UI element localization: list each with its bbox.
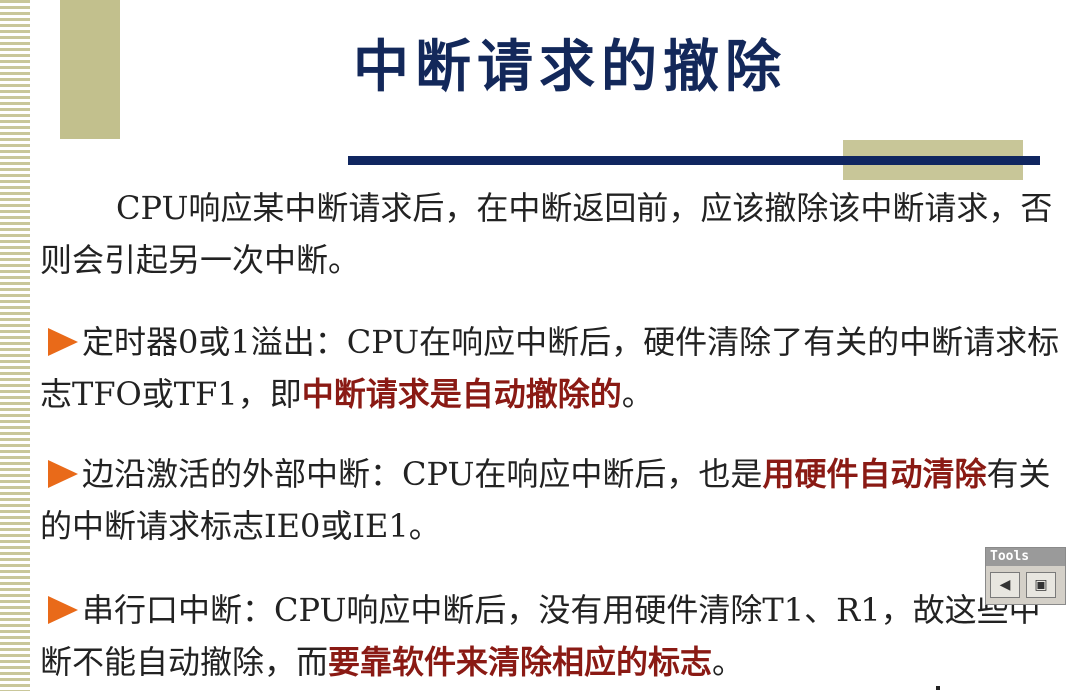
document-icon[interactable]: ▣	[1026, 572, 1056, 598]
left-stripe-decoration	[0, 0, 30, 691]
mouse-cursor	[936, 686, 940, 690]
intro-paragraph: CPU响应某中断请求后，在中断返回前，应该撤除该中断请求，否则会引起另一次中断。	[40, 182, 1060, 286]
bullet-paragraph-external: 边沿激活的外部中断：CPU在响应中断后，也是用硬件自动清除有关的中断请求标志IE…	[40, 448, 1060, 552]
slide-title: 中断请求的撤除	[353, 35, 787, 100]
highlighted-text: 中断请求是自动撤除的	[301, 375, 622, 413]
tools-panel: Tools ◀ ▣	[985, 547, 1066, 605]
paragraph-text: 边沿激活的外部中断：CPU在响应中断后，也是	[82, 455, 763, 493]
paragraph-text: CPU响应某中断请求后，在中断返回前，应该撤除该中断请求，否则会引起另一次中断。	[40, 189, 1053, 279]
arrow-left-icon[interactable]: ◀	[990, 572, 1020, 598]
paragraph-text: 。	[621, 375, 654, 413]
title-underline-bar	[348, 156, 1040, 165]
tools-panel-title: Tools	[986, 548, 1065, 566]
bullet-paragraph-timer: 定时器0或1溢出：CPU在响应中断后，硬件清除了有关的中断请求标志TFO或TF1…	[40, 316, 1060, 420]
paragraph-text: 。	[712, 643, 745, 681]
bullet-paragraph-serial: 串行口中断：CPU响应中断后，没有用硬件清除T1、R1，故这些中断不能自动撤除，…	[40, 584, 1060, 688]
highlighted-text: 用硬件自动清除	[762, 455, 987, 493]
bullet-arrow-icon	[48, 459, 78, 488]
highlighted-text: 要靠软件来清除相应的标志	[328, 643, 713, 681]
decorative-block	[60, 0, 120, 139]
bullet-arrow-icon	[48, 595, 78, 624]
bullet-arrow-icon	[48, 327, 78, 356]
